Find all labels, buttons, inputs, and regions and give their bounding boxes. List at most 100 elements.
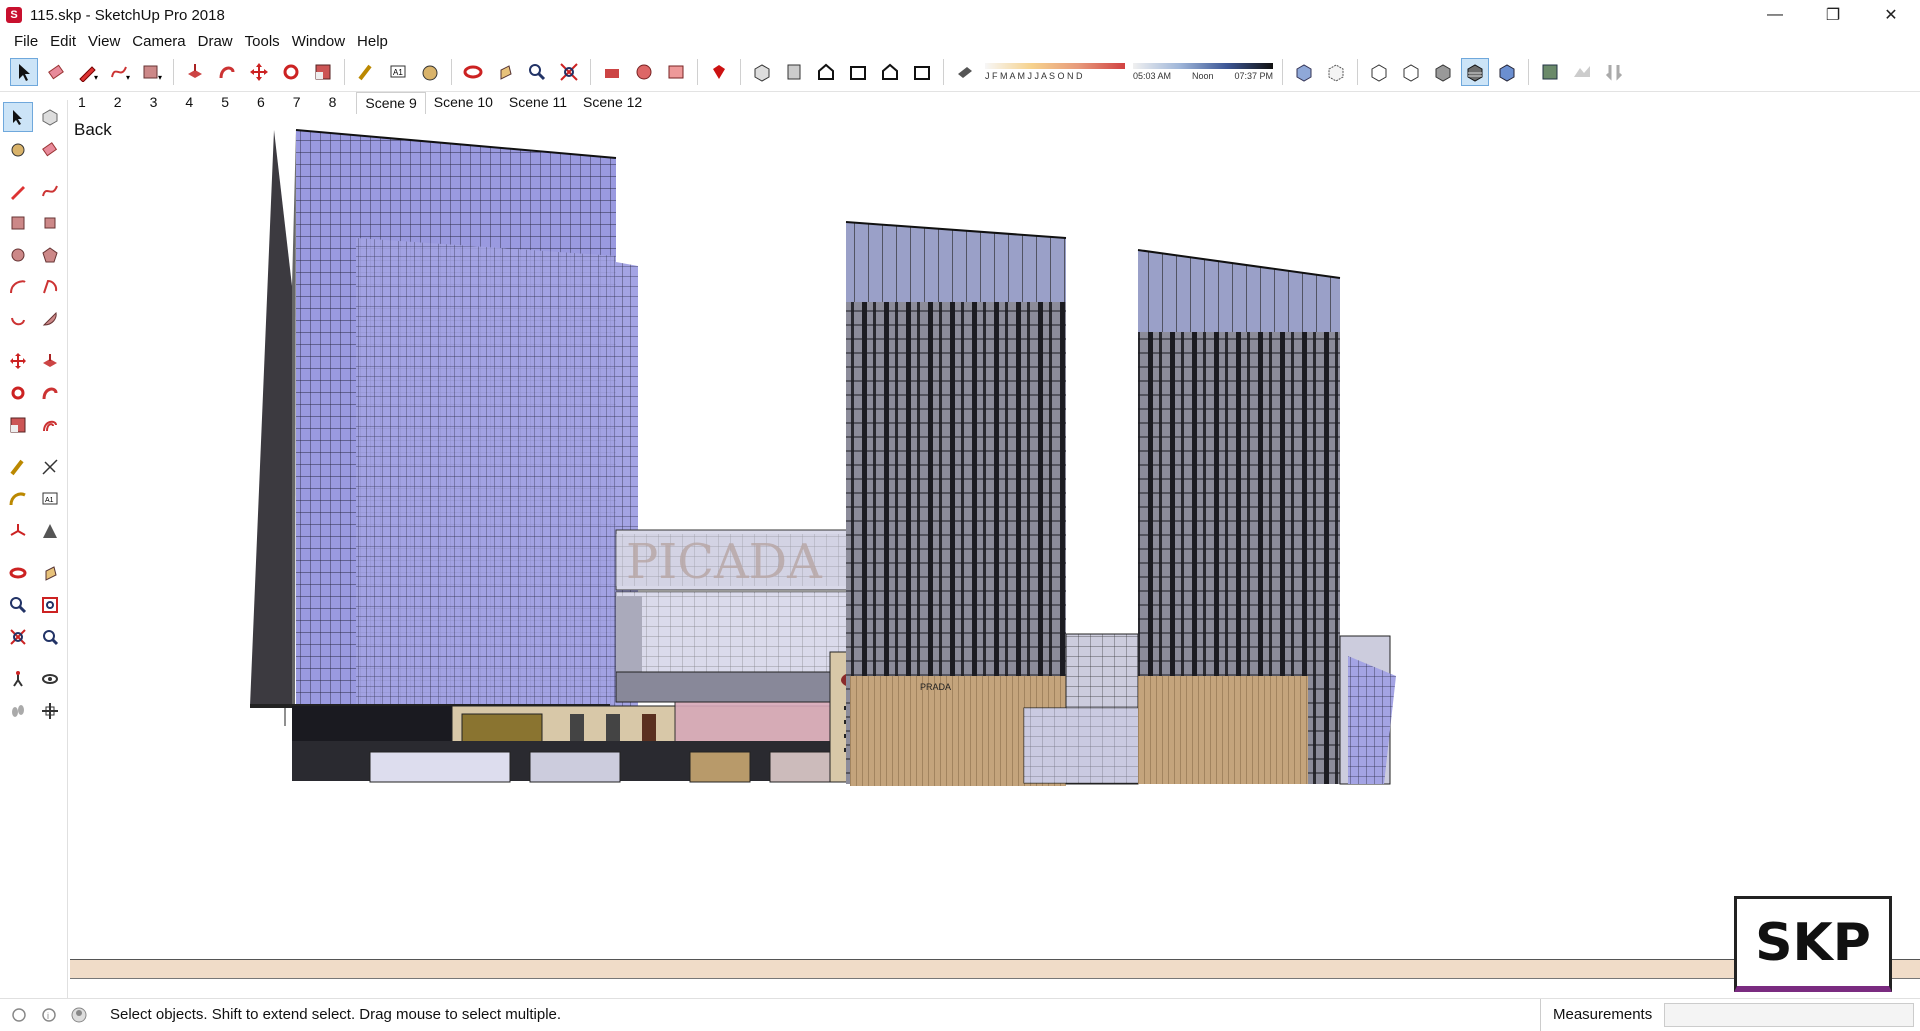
- freehand-icon[interactable]: ▾: [106, 58, 134, 86]
- zoom-tool-icon[interactable]: [3, 590, 33, 620]
- eraser-icon[interactable]: [42, 58, 70, 86]
- menu-draw[interactable]: Draw: [192, 33, 239, 50]
- extension-warehouse-icon[interactable]: [630, 58, 658, 86]
- user-account-icon[interactable]: [68, 1004, 90, 1026]
- right-view-icon[interactable]: [844, 58, 872, 86]
- follow-me-tool-icon[interactable]: [35, 378, 65, 408]
- line-tool-icon[interactable]: [3, 176, 33, 206]
- orbit-icon[interactable]: [459, 58, 487, 86]
- shadow-settings[interactable]: J F M A M J J A S O N D: [985, 55, 1125, 89]
- offset-tool-icon[interactable]: [35, 410, 65, 440]
- scene-tab-12[interactable]: Scene 12: [575, 92, 650, 114]
- make-component-icon[interactable]: [35, 102, 65, 132]
- scale-tool-icon[interactable]: [3, 410, 33, 440]
- walk-tool-icon[interactable]: [3, 696, 33, 726]
- scene-tab-5[interactable]: 5: [213, 92, 249, 114]
- menu-camera[interactable]: Camera: [126, 33, 191, 50]
- wireframe-icon[interactable]: [1365, 58, 1393, 86]
- follow-me-icon[interactable]: [213, 58, 241, 86]
- paint-bucket-tool-icon[interactable]: [3, 134, 33, 164]
- move-tool-icon[interactable]: [3, 346, 33, 376]
- measurements-input[interactable]: [1664, 1003, 1914, 1027]
- rotate-icon[interactable]: [277, 58, 305, 86]
- shadow-time-slider[interactable]: [1133, 62, 1273, 69]
- rotated-rectangle-tool-icon[interactable]: [35, 208, 65, 238]
- monochrome-icon[interactable]: [1493, 58, 1521, 86]
- three-point-arc-tool-icon[interactable]: [3, 304, 33, 334]
- xray-icon[interactable]: [1290, 58, 1318, 86]
- text-icon[interactable]: A1: [384, 58, 412, 86]
- text-tool-icon[interactable]: A1: [35, 484, 65, 514]
- axes-tool-icon[interactable]: [3, 516, 33, 546]
- minimize-button[interactable]: —: [1746, 0, 1804, 30]
- pan-tool-icon[interactable]: [35, 558, 65, 588]
- zoom-window-tool-icon[interactable]: [35, 590, 65, 620]
- position-camera-tool-icon[interactable]: [3, 664, 33, 694]
- shadow-time[interactable]: 05:03 AM Noon 07:37 PM: [1133, 55, 1273, 89]
- dimension-tool-icon[interactable]: [35, 452, 65, 482]
- menu-view[interactable]: View: [82, 33, 126, 50]
- scene-tab-4[interactable]: 4: [177, 92, 213, 114]
- rotate-tool-icon[interactable]: [3, 378, 33, 408]
- look-around-tool-icon[interactable]: [35, 664, 65, 694]
- pencil-icon[interactable]: ▾: [74, 58, 102, 86]
- scene-tab-8[interactable]: 8: [321, 92, 357, 114]
- zoom-extents-tool-icon[interactable]: [3, 622, 33, 652]
- circle-tool-icon[interactable]: [3, 240, 33, 270]
- two-point-arc-tool-icon[interactable]: [35, 272, 65, 302]
- iso-view-icon[interactable]: [748, 58, 776, 86]
- previous-view-tool-icon[interactable]: [35, 622, 65, 652]
- top-view-icon[interactable]: [780, 58, 808, 86]
- menu-file[interactable]: File: [8, 33, 44, 50]
- back-view-icon[interactable]: [876, 58, 904, 86]
- scene-tab-3[interactable]: 3: [142, 92, 178, 114]
- shadow-month-slider[interactable]: [985, 62, 1125, 69]
- scene-tab-11[interactable]: Scene 11: [501, 92, 575, 114]
- restore-button[interactable]: ❐: [1804, 0, 1862, 30]
- front-view-icon[interactable]: [812, 58, 840, 86]
- zoom-extents-icon[interactable]: [555, 58, 583, 86]
- select-icon[interactable]: [10, 57, 38, 86]
- 3d-text-tool-icon[interactable]: [35, 516, 65, 546]
- add-location-icon[interactable]: [1536, 58, 1564, 86]
- section-plane-tool-icon[interactable]: [35, 696, 65, 726]
- rectangle-tool-icon[interactable]: [3, 208, 33, 238]
- left-view-icon[interactable]: [908, 58, 936, 86]
- tape-measure-tool-icon[interactable]: [3, 452, 33, 482]
- menu-window[interactable]: Window: [286, 33, 351, 50]
- toggle-terrain-icon[interactable]: [1568, 58, 1596, 86]
- move-icon[interactable]: [245, 58, 273, 86]
- scene-tab-10[interactable]: Scene 10: [426, 92, 501, 114]
- scene-tab-1[interactable]: 1: [70, 92, 106, 114]
- arc-tool-icon[interactable]: [3, 272, 33, 302]
- shaded-textures-icon[interactable]: [1461, 57, 1489, 86]
- menu-edit[interactable]: Edit: [44, 33, 82, 50]
- pan-icon[interactable]: [491, 58, 519, 86]
- close-button[interactable]: ✕: [1862, 0, 1920, 30]
- scene-tab-2[interactable]: 2: [106, 92, 142, 114]
- eraser-tool-icon[interactable]: [35, 134, 65, 164]
- zoom-icon[interactable]: [523, 58, 551, 86]
- freehand-tool-icon[interactable]: [35, 176, 65, 206]
- warehouse-icon[interactable]: [598, 58, 626, 86]
- sandbox-icon[interactable]: [1600, 58, 1628, 86]
- menu-tools[interactable]: Tools: [239, 33, 286, 50]
- layout-icon[interactable]: [662, 58, 690, 86]
- back-edges-icon[interactable]: [1322, 58, 1350, 86]
- hidden-line-icon[interactable]: [1397, 58, 1425, 86]
- menu-help[interactable]: Help: [351, 33, 394, 50]
- push-pull-icon[interactable]: [181, 58, 209, 86]
- push-pull-tool-icon[interactable]: [35, 346, 65, 376]
- polygon-tool-icon[interactable]: [35, 240, 65, 270]
- geo-location-icon[interactable]: [8, 1004, 30, 1026]
- scene-tab-6[interactable]: 6: [249, 92, 285, 114]
- shaded-icon[interactable]: [1429, 58, 1457, 86]
- select-tool-icon[interactable]: [3, 102, 33, 132]
- protractor-tool-icon[interactable]: [3, 484, 33, 514]
- scale-icon[interactable]: [309, 58, 337, 86]
- shadows-icon[interactable]: [951, 58, 979, 86]
- rectangle-icon[interactable]: ▾: [138, 58, 166, 86]
- tape-measure-icon[interactable]: [352, 58, 380, 86]
- orbit-tool-icon[interactable]: [3, 558, 33, 588]
- pie-tool-icon[interactable]: [35, 304, 65, 334]
